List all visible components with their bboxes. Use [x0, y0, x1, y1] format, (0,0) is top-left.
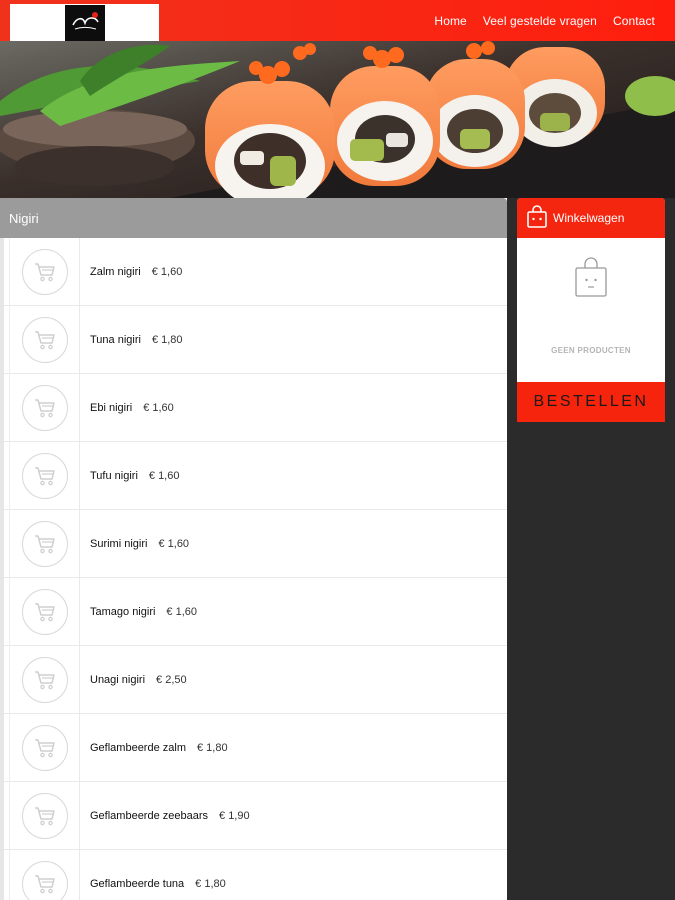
product-row: Ebi nigiri € 1,60 [4, 373, 507, 442]
sushi-rolls-illustration [0, 41, 675, 198]
add-to-cart-button[interactable] [21, 724, 68, 771]
logo-graphic [65, 5, 105, 41]
add-to-cart-cell [9, 305, 80, 374]
product-name: Tuna nigiri [90, 333, 141, 346]
shopping-cart-icon [34, 466, 55, 485]
product-price: € 1,60 [158, 537, 190, 550]
product-price: € 1,90 [219, 809, 250, 822]
category-title: Nigiri [9, 210, 39, 226]
add-to-cart-button[interactable] [21, 452, 68, 499]
add-to-cart-cell [9, 645, 80, 714]
logo-container[interactable] [10, 4, 159, 41]
shopping-cart-widget: Winkelwagen GEEN PRODUCTEN BESTELLEN [517, 198, 665, 422]
product-name: Geflambeerde zeebaars [90, 809, 209, 822]
product-row: Geflambeerde zalm € 1,80 [4, 713, 507, 782]
sushi-king-logo[interactable] [65, 5, 105, 41]
product-row: Tamago nigiri € 1,60 [4, 577, 507, 646]
hero-banner-image [0, 41, 675, 198]
order-button[interactable]: BESTELLEN [517, 382, 665, 422]
shopping-cart-icon [34, 670, 55, 689]
add-to-cart-cell [9, 577, 80, 646]
cart-header: Winkelwagen [517, 198, 665, 238]
shopping-cart-icon [34, 398, 55, 417]
add-to-cart-button[interactable] [21, 588, 68, 635]
shopping-cart-icon [34, 806, 55, 825]
product-price: € 1,60 [148, 469, 180, 482]
product-row: Tuna nigiri € 1,80 [4, 305, 507, 374]
empty-bag-icon [575, 257, 607, 297]
add-to-cart-cell [9, 781, 80, 850]
add-to-cart-button[interactable] [21, 248, 68, 295]
shopping-cart-icon [34, 262, 55, 281]
shopping-cart-icon [34, 330, 55, 349]
product-price: € 1,60 [143, 401, 174, 414]
product-name: Geflambeerde zalm [90, 741, 186, 754]
top-navigation-bar: Home Veel gestelde vragen Contact [0, 0, 675, 41]
product-row: Surimi nigiri € 1,60 [4, 509, 507, 578]
add-to-cart-cell [9, 237, 80, 306]
add-to-cart-cell [9, 849, 80, 900]
product-row: Unagi nigiri € 2,50 [4, 645, 507, 714]
product-price: € 1,80 [195, 877, 226, 890]
product-row: Tufu nigiri € 1,60 [4, 441, 507, 510]
shopping-cart-icon [34, 602, 55, 621]
product-row: Zalm nigiri € 1,60 [4, 237, 507, 306]
add-to-cart-cell [9, 441, 80, 510]
product-name: Ebi nigiri [90, 401, 133, 414]
cart-title: Winkelwagen [553, 211, 625, 225]
add-to-cart-button[interactable] [21, 860, 68, 900]
cart-empty-message: GEEN PRODUCTEN [551, 346, 631, 355]
product-name: Unagi nigiri [90, 673, 146, 686]
product-name: Geflambeerde tuna [90, 877, 185, 890]
product-row: Geflambeerde zeebaars € 1,90 [4, 781, 507, 850]
add-to-cart-button[interactable] [21, 520, 68, 567]
product-price: € 1,60 [166, 605, 198, 618]
add-to-cart-button[interactable] [21, 316, 68, 363]
add-to-cart-cell [9, 713, 80, 782]
shopping-cart-icon [34, 874, 55, 893]
add-to-cart-cell [9, 373, 80, 442]
shopping-bag-icon [526, 204, 553, 232]
cart-content: GEEN PRODUCTEN [517, 238, 665, 382]
product-price: € 1,80 [197, 741, 228, 754]
product-price: € 1,60 [151, 265, 183, 278]
add-to-cart-button[interactable] [21, 656, 68, 703]
product-price: € 1,80 [151, 333, 183, 346]
shopping-cart-icon [34, 738, 55, 757]
product-name: Surimi nigiri [90, 537, 148, 550]
main-nav: Home Veel gestelde vragen Contact [426, 0, 675, 41]
category-header: Nigiri [0, 198, 507, 238]
add-to-cart-button[interactable] [21, 384, 68, 431]
product-list: Zalm nigiri € 1,60 Tuna nigiri € 1,80 Ebi ni… [0, 237, 507, 900]
add-to-cart-button[interactable] [21, 792, 68, 839]
shopping-cart-icon [34, 534, 55, 553]
nav-link-faq[interactable]: Veel gestelde vragen [475, 14, 605, 28]
add-to-cart-cell [9, 509, 80, 578]
product-row: Geflambeerde tuna € 1,80 [4, 849, 507, 900]
nav-link-home[interactable]: Home [426, 14, 474, 28]
product-name: Tamago nigiri [90, 605, 156, 618]
product-name: Zalm nigiri [90, 265, 141, 278]
product-name: Tufu nigiri [90, 469, 138, 482]
nav-link-contact[interactable]: Contact [605, 14, 675, 28]
product-list-panel: Nigiri Zalm nigiri € 1,60 Tuna nigiri € 1,8… [0, 198, 507, 900]
product-price: € 2,50 [156, 673, 187, 686]
